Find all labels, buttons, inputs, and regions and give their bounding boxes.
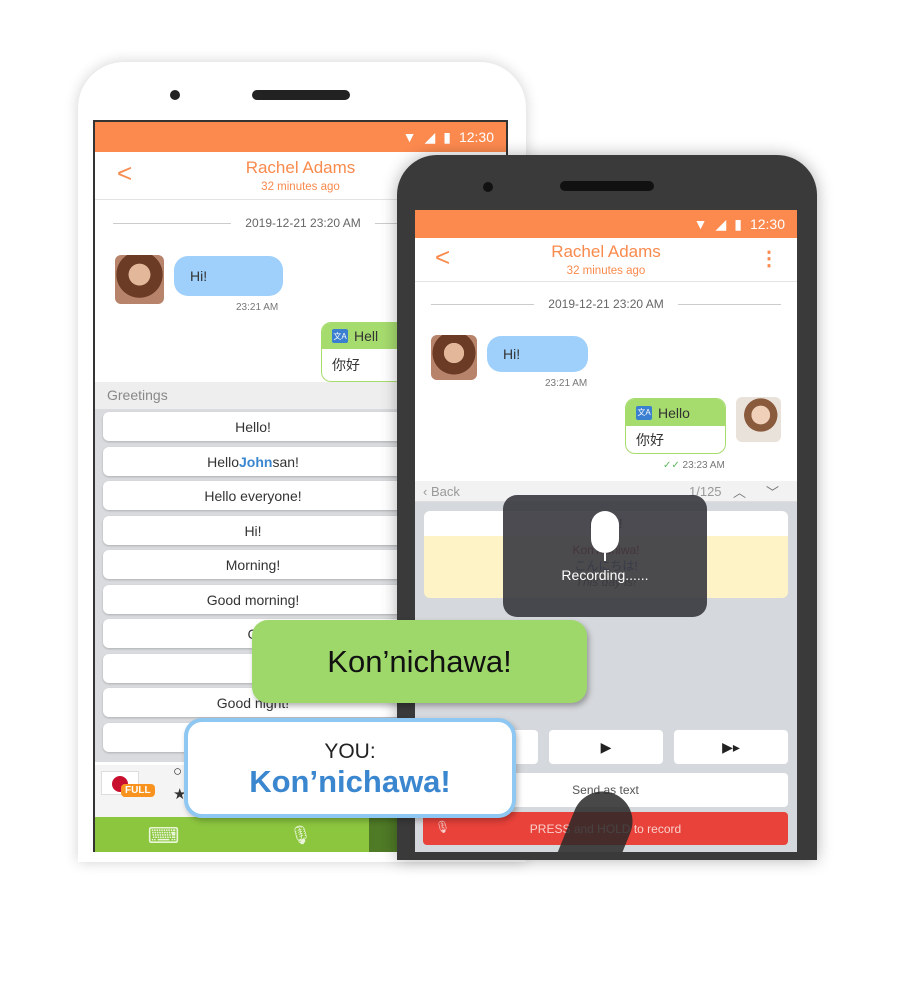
avatar-self — [736, 397, 781, 442]
avatar — [431, 335, 477, 380]
more-menu-button[interactable]: ⋮ — [759, 246, 779, 271]
last-seen: 32 minutes ago — [566, 265, 646, 277]
chat-header: < Rachel Adams 32 minutes ago ⋮ — [415, 238, 797, 282]
phrase-item[interactable]: Morning! — [103, 550, 403, 579]
status-time: 12:30 — [458, 129, 494, 145]
contact-name: Rachel Adams — [551, 242, 661, 261]
status-bar: ▼ ◢ ▮ 12:30 — [415, 210, 797, 238]
play-button[interactable]: ▶ — [549, 730, 663, 764]
date-text: 2019-12-21 23:20 AM — [548, 297, 664, 311]
keyboard-icon: ⌨ — [147, 822, 180, 848]
message-time: 23:23 AM — [682, 460, 725, 471]
date-text: 2019-12-21 23:20 AM — [245, 216, 361, 230]
keyboard-tab[interactable]: ⌨ — [95, 817, 232, 852]
microphone-icon: 🎙 — [289, 825, 312, 845]
message-translation: 你好 — [636, 432, 664, 448]
status-time: 12:30 — [749, 216, 785, 232]
status-bar: ▼ ◢ ▮ 12:30 — [95, 122, 506, 152]
full-badge: FULL — [121, 784, 155, 797]
phrase-item[interactable]: Hi! — [103, 516, 403, 545]
chevron-up-icon[interactable]: ︿ — [733, 482, 746, 501]
date-divider: 2019-12-21 23:20 AM — [431, 297, 781, 311]
phrase-item[interactable]: Hello! — [103, 412, 403, 441]
incoming-message: Hi! — [487, 336, 588, 372]
fast-play-button[interactable]: ▶▸ — [674, 730, 788, 764]
translate-icon: 文A — [332, 329, 348, 343]
back-button[interactable]: < — [117, 158, 132, 189]
signal-icon: ◢ — [715, 215, 727, 232]
microphone-icon — [591, 511, 619, 553]
back-button[interactable]: < — [435, 242, 450, 273]
chevron-down-icon[interactable]: ﹀ — [766, 482, 779, 501]
message-time: 23:21 AM — [545, 378, 588, 389]
microphone-icon: 🎙 — [435, 820, 451, 834]
camera-icon — [483, 182, 493, 192]
wifi-icon: ▼ — [693, 216, 708, 232]
camera-icon — [170, 90, 180, 100]
you-callout: YOU: Kon’nichawa! — [184, 718, 516, 818]
fast-play-icon: ▶▸ — [722, 738, 740, 755]
battery-icon: ▮ — [443, 128, 451, 145]
back-label: Back — [430, 484, 460, 499]
translate-icon: 文A — [636, 405, 652, 420]
you-text: Kon’nichawa! — [249, 764, 451, 799]
microphone-tab[interactable]: 🎙 — [232, 817, 369, 852]
phrase-text: Hello — [207, 453, 239, 470]
recording-status: Recording...... — [561, 567, 649, 583]
incoming-message: Hi! — [174, 256, 283, 296]
read-checkmarks-icon: ✓✓ — [663, 460, 680, 471]
you-label: YOU: — [324, 740, 376, 763]
message-text: Hello — [658, 404, 690, 421]
toolbar-back-button[interactable]: ‹ Back — [423, 484, 460, 499]
recording-overlay: Recording...... — [503, 495, 707, 617]
phrase-item[interactable]: Hello John san! — [103, 447, 403, 476]
speaker-grille — [560, 181, 654, 191]
circle-icon[interactable]: ○ — [173, 763, 182, 780]
outgoing-message: 文A Hello 你好 — [625, 398, 726, 454]
translation-callout: Kon’nichawa! — [252, 620, 587, 703]
battery-icon: ▮ — [734, 215, 742, 232]
phrase-text: san! — [272, 453, 299, 470]
message-text: Hell — [354, 328, 379, 344]
phrase-name: John — [238, 453, 273, 470]
message-time: 23:21 AM — [236, 302, 279, 313]
phrase-item[interactable]: Hello everyone! — [103, 481, 403, 510]
avatar — [115, 255, 164, 304]
phrase-item[interactable]: Good morning! — [103, 585, 403, 614]
signal-icon: ◢ — [424, 128, 436, 145]
speaker-grille — [252, 90, 350, 100]
wifi-icon: ▼ — [402, 129, 417, 145]
play-icon: ▶ — [600, 738, 612, 755]
